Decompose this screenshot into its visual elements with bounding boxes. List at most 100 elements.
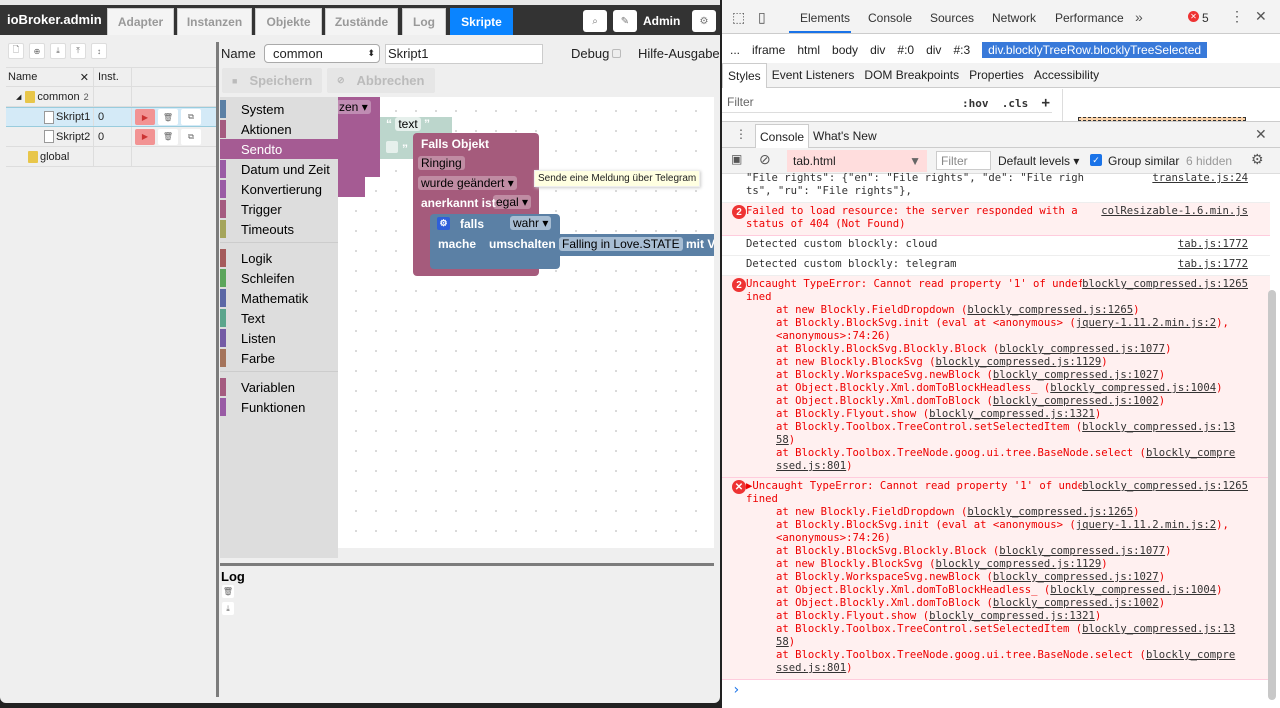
console-filter-input[interactable]: Filter (936, 151, 991, 170)
delete-icon[interactable]: 🗑 (158, 109, 178, 125)
text-field[interactable]: text (395, 117, 421, 131)
gear-icon[interactable]: ⚙ (692, 10, 716, 32)
stack-link[interactable]: blockly_compressed.js:1002 (993, 395, 1159, 407)
object-field[interactable]: Ringing (418, 156, 465, 170)
toggle-target-field[interactable]: Falling in Love.STATE (559, 237, 683, 251)
styles-tab-dom-breakpoints[interactable]: DOM Breakpoints (859, 68, 964, 82)
source-link[interactable]: tab.js:1772 (1178, 238, 1248, 251)
tab-network[interactable]: Network (992, 11, 1036, 25)
console-prompt[interactable]: › (722, 680, 1270, 701)
breadcrumb-item[interactable]: ... (730, 43, 740, 57)
toolbox-category-mathematik[interactable]: Mathematik (220, 288, 338, 308)
add-rule-icon[interactable]: + (1042, 95, 1050, 111)
console-scrollbar[interactable] (1268, 290, 1276, 700)
tab-log[interactable]: Log (402, 8, 446, 35)
cancel-button[interactable]: ⊘ Abbrechen (327, 68, 435, 93)
source-link[interactable]: blockly_compressed.js:1265 (1082, 480, 1248, 493)
styles-tab-properties[interactable]: Properties (964, 68, 1029, 82)
device-toggle-icon[interactable]: ▯ (758, 9, 766, 26)
user-name[interactable]: Admin (643, 14, 680, 28)
breadcrumb-item[interactable]: div (926, 43, 941, 57)
run-icon[interactable]: ▶ (135, 128, 155, 145)
toolbox-category-aktionen[interactable]: Aktionen (220, 119, 338, 139)
inspect-icon[interactable]: ⬚ (732, 9, 745, 26)
styles-tab-event-listeners[interactable]: Event Listeners (767, 68, 860, 82)
toolbox-category-variablen[interactable]: Variablen (220, 377, 338, 397)
if-condition-dropdown[interactable]: wahr ▾ (510, 216, 552, 230)
stack-link[interactable]: blockly_compressed.js:1004 (1050, 584, 1216, 596)
collapse-icon[interactable]: ◢ (16, 93, 21, 101)
toolbox-category-konvertierung[interactable]: Konvertierung (220, 179, 338, 199)
breadcrumb-item[interactable]: #:3 (953, 43, 970, 57)
styles-tab-styles[interactable]: Styles (722, 62, 767, 88)
toolbox-category-farbe[interactable]: Farbe (220, 348, 338, 368)
stack-link[interactable]: blockly_compressed.js:1129 (935, 558, 1101, 570)
help-output-label[interactable]: Hilfe-Ausgabe (638, 46, 720, 61)
folder-select[interactable]: common ⬍ (264, 44, 380, 63)
export-icon[interactable]: ⤒ (70, 43, 86, 59)
group-similar-checkbox[interactable]: ✓ (1090, 154, 1102, 166)
toolbox-category-datum-und-zeit[interactable]: Datum und Zeit (220, 159, 338, 179)
styles-tab-accessibility[interactable]: Accessibility (1029, 68, 1104, 82)
vertical-splitter[interactable] (216, 42, 219, 697)
stack-link[interactable]: blockly_compressed.js:1027 (993, 369, 1159, 381)
new-file-icon[interactable]: 🗋 (8, 43, 24, 59)
breadcrumb-item[interactable]: div (870, 43, 885, 57)
source-link[interactable]: colResizable-1.6.min.js (1101, 205, 1248, 218)
tab-instanzen[interactable]: Instanzen (177, 8, 252, 35)
gear-icon[interactable]: ⚙ (437, 217, 450, 230)
stack-link[interactable]: blockly_compressed.js:1265 (967, 506, 1133, 518)
clear-console-icon[interactable]: ⊘ (759, 151, 771, 168)
stack-link[interactable]: blockly_compressed.js:1321 (929, 610, 1095, 622)
ack-dropdown[interactable]: egal ▾ (493, 195, 532, 209)
run-icon[interactable]: ▶ (135, 109, 155, 125)
stack-link[interactable]: blockly_compressed.js:1027 (993, 571, 1159, 583)
breadcrumb-item[interactable]: #:0 (897, 43, 914, 57)
tree-row-skript1[interactable]: Skript1 0 ▶ 🗑 ⧉ (6, 107, 216, 127)
partial-dropdown[interactable]: zen ▾ (336, 100, 371, 114)
toolbox-category-logik[interactable]: Logik (220, 248, 338, 268)
close-icon[interactable]: ✕ (1255, 8, 1267, 25)
settings-gear-icon[interactable]: ⚙ (1251, 151, 1264, 168)
drawer-tab-console[interactable]: Console (755, 124, 810, 148)
script-name-input[interactable]: Skript1 (385, 44, 543, 64)
close-drawer-icon[interactable]: ✕ (1255, 126, 1267, 143)
stack-link[interactable]: blockly_compressed.js:1265 (967, 304, 1133, 316)
copy-icon[interactable]: ⧉ (181, 128, 201, 145)
error-count[interactable]: 5 (1202, 11, 1209, 25)
drawer-tab-whats-new[interactable]: What's New (813, 129, 877, 143)
tab-objekte[interactable]: Objekte (255, 8, 322, 35)
stack-link[interactable]: jquery-1.11.2.min.js:2 (1076, 317, 1216, 329)
add-folder-icon[interactable]: ⊕ (29, 43, 45, 59)
cls-toggle[interactable]: .cls (1002, 97, 1029, 110)
context-select[interactable]: tab.html ▼ (787, 150, 927, 172)
tab-elements[interactable]: Elements (800, 11, 850, 25)
name-column-header[interactable]: Name (8, 71, 37, 83)
expand-icon[interactable]: ↕ (91, 43, 107, 59)
toolbox-category-system[interactable]: System (220, 99, 338, 119)
tab-console[interactable]: Console (868, 11, 912, 25)
search-icon[interactable]: ⌕ (583, 10, 607, 32)
toolbox-category-schleifen[interactable]: Schleifen (220, 268, 338, 288)
toolbox-category-trigger[interactable]: Trigger (220, 199, 338, 219)
debug-checkbox[interactable] (612, 49, 621, 58)
save-button[interactable]: ■ Speichern (222, 68, 322, 93)
toolbox-category-listen[interactable]: Listen (220, 328, 338, 348)
kebab-menu-icon[interactable]: ⋮ (1230, 8, 1244, 25)
source-link[interactable]: translate.js:24 (1152, 172, 1248, 185)
sidebar-toggle-icon[interactable]: ▣ (731, 152, 742, 166)
tab-skripte[interactable]: Skripte (450, 8, 513, 35)
clear-filter-icon[interactable]: ✕ (80, 71, 89, 84)
toolbox-category-funktionen[interactable]: Funktionen (220, 397, 338, 417)
breadcrumb-item[interactable]: iframe (752, 43, 785, 57)
tab-sources[interactable]: Sources (930, 11, 974, 25)
drawer-menu-icon[interactable]: ⋮ (735, 127, 747, 141)
tab-zustaende[interactable]: Zustände (325, 8, 398, 35)
stack-link[interactable]: blockly_compressed.js:1077 (999, 343, 1165, 355)
download-icon[interactable]: ⤓ (222, 602, 234, 615)
toggle-block[interactable]: umschalten Falling in Love.STATE mit Ve (483, 234, 714, 256)
hov-toggle[interactable]: :hov (962, 97, 989, 110)
import-icon[interactable]: ⤓ (50, 43, 66, 59)
more-tabs-icon[interactable]: » (1135, 9, 1143, 25)
stack-link[interactable]: jquery-1.11.2.min.js:2 (1076, 519, 1216, 531)
